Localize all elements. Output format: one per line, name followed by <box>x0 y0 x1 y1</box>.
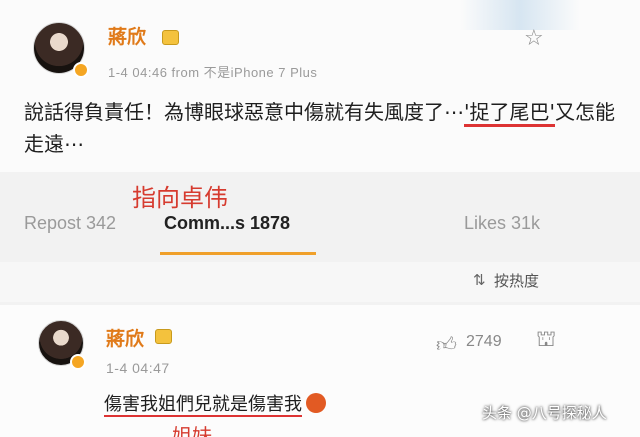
post-text-underlined: '捉了尾巴' <box>464 100 555 127</box>
angry-emoji-icon <box>306 393 326 413</box>
thumbs-up-icon[interactable]: 👍︎ <box>436 332 457 357</box>
post-username[interactable]: 蔣欣 <box>108 22 146 49</box>
comments-tab[interactable]: Comm...s 1878 <box>164 213 290 234</box>
star-icon[interactable]: ☆ <box>524 26 544 51</box>
likes-tab[interactable]: Likes 31k <box>464 213 540 234</box>
repost-tab[interactable]: Repost 342 <box>24 213 116 234</box>
post-card: 蔣欣 1-4 04:46 from 不是iPhone 7 Plus ☆ 說話得負… <box>0 0 640 172</box>
action-bar: Repost 342 Comm...s 1878 Likes 31k <box>0 205 640 247</box>
comment-text-body: 傷害我姐們兒就是傷害我 <box>104 394 302 417</box>
vip-crown-icon <box>155 329 172 344</box>
watermark: 头条 @八号探秘人 <box>482 404 607 422</box>
sort-icon[interactable]: ⇅ <box>473 271 486 289</box>
post-meta: 1-4 04:46 from 不是iPhone 7 Plus <box>108 65 318 80</box>
verified-badge-icon <box>73 62 89 78</box>
comment-username[interactable]: 蔣欣 <box>106 324 144 351</box>
sort-bar <box>0 262 640 302</box>
active-tab-underline <box>160 252 316 255</box>
sort-button[interactable]: 按热度 <box>494 270 539 291</box>
comment-like-count: 2749 <box>466 333 502 350</box>
vip-crown-icon <box>162 30 179 45</box>
comment-meta: 1-4 04:47 <box>106 360 170 376</box>
corner-decoration <box>460 0 580 30</box>
annotation-label-2: 姐妹 <box>172 424 212 437</box>
comment-text: 傷害我姐們兒就是傷害我 <box>104 390 326 417</box>
post-text-before: 說話得負責任！為博眼球惡意中傷就有失風度了⋯ <box>24 100 464 124</box>
verified-badge-icon <box>70 354 86 370</box>
post-text: 說話得負責任！為博眼球惡意中傷就有失風度了⋯'捉了尾巴'又怎能走遠⋯ <box>24 96 624 160</box>
reply-icon[interactable]: ⛫ <box>536 327 556 355</box>
